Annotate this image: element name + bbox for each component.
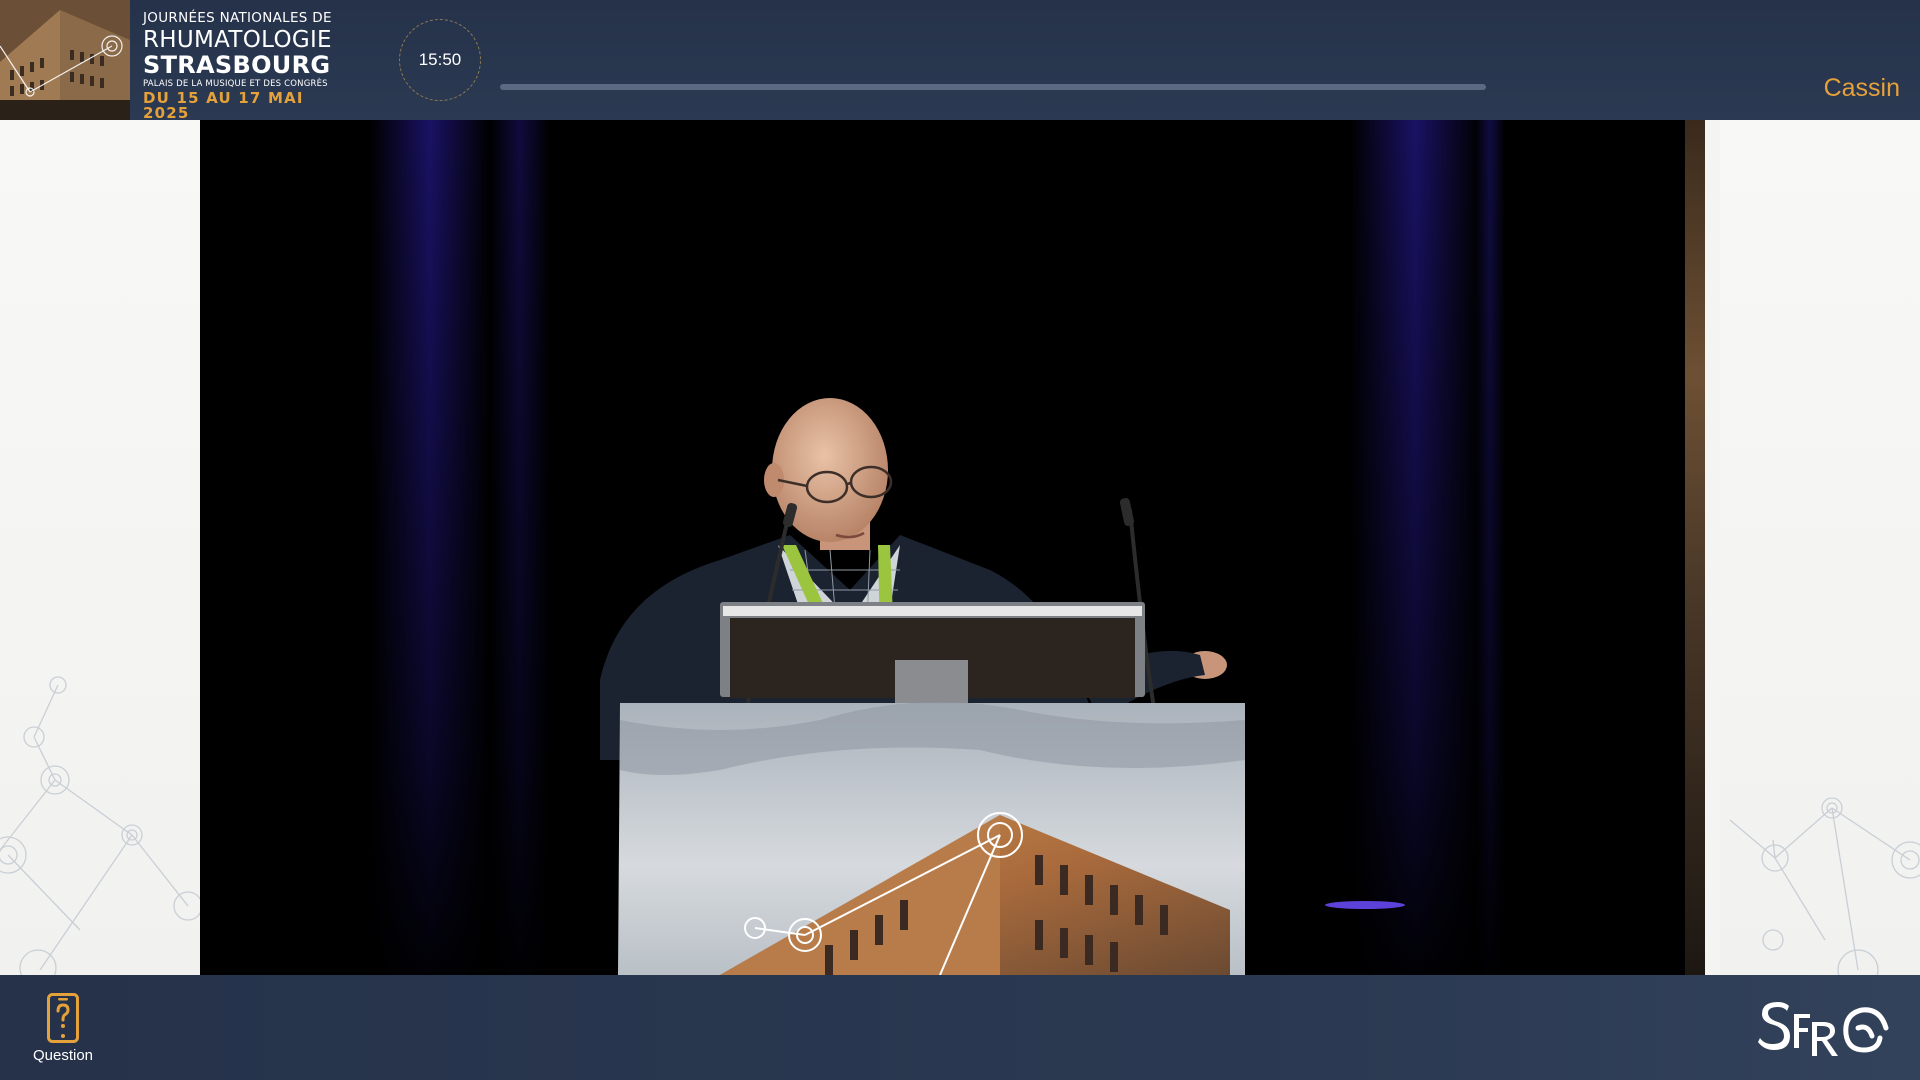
- session-clock: 15:50: [399, 19, 481, 101]
- header-bar: JOURNÉES NATIONALES DE RHUMATOLOGIE STRA…: [0, 0, 1920, 122]
- question-button[interactable]: Question: [22, 993, 104, 1067]
- logo-line-dates: DU 15 AU 17 MAI 2025: [143, 89, 304, 122]
- live-video-feed[interactable]: [200, 120, 1720, 975]
- screen-edge-border: [1705, 120, 1720, 975]
- event-building-logo-image: [0, 0, 130, 120]
- session-progress-fill: [500, 84, 1486, 90]
- left-decor-panel: [0, 120, 200, 975]
- logo-line-city: STRASBOURG: [143, 50, 331, 79]
- event-logo-text: JOURNÉES NATIONALES DE RHUMATOLOGIE STRA…: [143, 10, 353, 122]
- logo-line-title-2: RHUMATOLOGIE: [143, 26, 332, 53]
- right-decor-panel: [1720, 120, 1920, 975]
- footer-bar: Question: [0, 975, 1920, 1080]
- logo-line-title-1: JOURNÉES NATIONALES DE: [143, 10, 332, 26]
- logo-line-venue: PALAIS DE LA MUSIQUE ET DES CONGRÈS: [143, 78, 328, 89]
- sfr-brand-logo: [1756, 992, 1896, 1062]
- question-label: Question: [32, 1047, 94, 1064]
- clock-time: 15:50: [418, 50, 462, 69]
- session-progress-bar: [500, 84, 1486, 90]
- room-name: Cassin: [1823, 74, 1900, 102]
- video-frame-scene: [200, 120, 1720, 975]
- smartphone-question-icon: [47, 993, 79, 1043]
